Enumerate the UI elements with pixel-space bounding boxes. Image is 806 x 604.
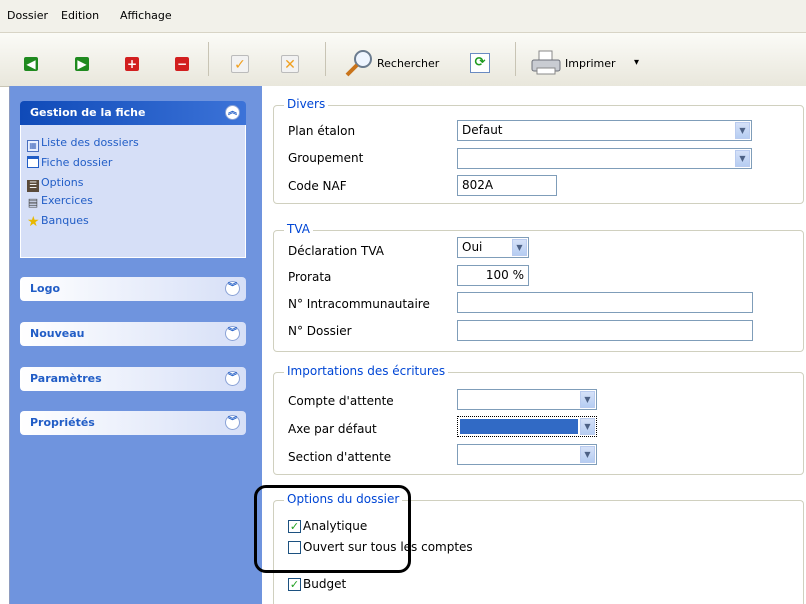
expand-chevron-icon[interactable]: ︾ (225, 415, 240, 430)
sidebar-item-options[interactable]: ☰ Options (27, 176, 83, 192)
panel-proprietes-header[interactable]: Propriétés ︾ (20, 411, 246, 435)
panel-parametres-title: Paramètres (30, 372, 102, 385)
sidebar-item-label: Options (41, 176, 84, 189)
analytique-label[interactable]: Analytique (303, 519, 367, 533)
toolbar-separator (208, 42, 209, 76)
group-importations-title: Importations des écritures (284, 364, 449, 378)
print-label[interactable]: Imprimer (565, 57, 616, 70)
axe-defaut-select[interactable]: ▼ (457, 416, 597, 437)
declaration-tva-label: Déclaration TVA (288, 244, 384, 258)
selection-highlight (460, 419, 578, 434)
panel-gestion-title: Gestion de la fiche (30, 106, 146, 119)
sidebar-item-liste-dossiers[interactable]: ▦ Liste des dossiers (27, 136, 139, 152)
declaration-tva-value: Oui (462, 240, 483, 254)
options-icon: ☰ (27, 180, 39, 192)
group-options-title: Options du dossier (284, 492, 403, 506)
chevron-down-icon[interactable]: ▼ (580, 446, 595, 463)
panel-proprietes-title: Propriétés (30, 416, 95, 429)
panel-gestion-header[interactable]: Gestion de la fiche ︽ (20, 101, 246, 125)
axe-defaut-label: Axe par défaut (288, 422, 377, 436)
print-dropdown-icon[interactable]: ▾ (634, 57, 639, 68)
sidebar-item-label: Banques (41, 214, 89, 227)
ouvert-checkbox[interactable] (288, 541, 301, 554)
budget-label[interactable]: Budget (303, 577, 346, 591)
menu-bar: Dossier Edition Affichage (0, 0, 806, 33)
code-naf-value: 802A (462, 178, 494, 192)
groupement-select[interactable]: ▼ (457, 148, 752, 169)
group-tva-title: TVA (284, 222, 313, 236)
panel-gestion-body: ▦ Liste des dossiers Fiche dossier ☰ Optio… (20, 125, 246, 258)
prorata-value: 100 % (485, 268, 524, 282)
magnifier-icon (345, 50, 372, 77)
plan-etalon-label: Plan étalon (288, 124, 356, 138)
cancel-cross-icon[interactable]: ✕ (281, 55, 299, 73)
search-label[interactable]: Rechercher (377, 57, 439, 70)
menu-edition[interactable]: Edition (61, 9, 99, 22)
chevron-down-icon[interactable]: ▼ (580, 391, 595, 408)
panel-logo-title: Logo (30, 282, 60, 295)
expand-chevron-icon[interactable]: ︾ (225, 326, 240, 341)
validate-check-icon[interactable]: ✓ (231, 55, 249, 73)
plan-etalon-select[interactable]: Defaut ▼ (457, 120, 752, 141)
next-arrow-icon[interactable]: ▶ (75, 57, 89, 71)
chevron-down-icon[interactable]: ▼ (735, 150, 750, 167)
menu-affichage[interactable]: Affichage (120, 9, 172, 22)
sidebar-item-banques[interactable]: ★Banques (27, 214, 89, 230)
section-attente-label: Section d'attente (288, 450, 392, 464)
intracom-label: N° Intracommunautaire (288, 297, 430, 311)
toolbar-separator (515, 42, 516, 76)
expand-chevron-icon[interactable]: ︾ (225, 371, 240, 386)
prorata-input[interactable]: 100 % (457, 265, 529, 286)
compte-attente-label: Compte d'attente (288, 394, 394, 408)
prorata-label: Prorata (288, 270, 332, 284)
menu-dossier[interactable]: Dossier (7, 9, 48, 22)
remove-icon[interactable]: − (175, 57, 189, 71)
collapse-chevron-icon[interactable]: ︽ (225, 105, 240, 120)
declaration-tva-select[interactable]: Oui ▼ (457, 237, 529, 258)
plan-etalon-value: Defaut (462, 123, 503, 137)
analytique-checkbox[interactable]: ✓ (288, 520, 301, 533)
group-divers-title: Divers (284, 97, 329, 111)
ouvert-label[interactable]: Ouvert sur tous les comptes (303, 540, 473, 554)
intracom-input[interactable] (457, 292, 753, 313)
search-button[interactable] (344, 48, 378, 78)
panel-parametres-header[interactable]: Paramètres ︾ (20, 367, 246, 391)
groupement-label: Groupement (288, 151, 364, 165)
numero-dossier-label: N° Dossier (288, 324, 352, 338)
calendar-icon: ▤ (27, 196, 39, 209)
panel-nouveau-title: Nouveau (30, 327, 85, 340)
chevron-down-icon[interactable]: ▼ (735, 122, 750, 139)
panel-logo-header[interactable]: Logo ︾ (20, 277, 246, 301)
list-grid-icon: ▦ (27, 140, 39, 152)
chevron-down-icon[interactable]: ▼ (580, 418, 595, 435)
printer-icon[interactable] (531, 50, 561, 76)
refresh-icon[interactable]: ⟳ (470, 53, 490, 73)
numero-dossier-input[interactable] (457, 320, 753, 341)
panel-nouveau-header[interactable]: Nouveau ︾ (20, 322, 246, 346)
code-naf-label: Code NAF (288, 179, 347, 193)
budget-checkbox[interactable]: ✓ (288, 578, 301, 591)
sidebar-item-fiche-dossier[interactable]: Fiche dossier (27, 156, 112, 169)
sidebar-item-label: Exercices (41, 194, 93, 207)
chevron-down-icon[interactable]: ▼ (512, 239, 527, 256)
sidebar-item-exercices[interactable]: ▤ Exercices (27, 194, 93, 209)
previous-arrow-icon[interactable]: ◀ (24, 57, 38, 71)
add-icon[interactable]: + (125, 57, 139, 71)
compte-attente-select[interactable]: ▼ (457, 389, 597, 410)
expand-chevron-icon[interactable]: ︾ (225, 281, 240, 296)
toolbar-separator (325, 42, 326, 76)
code-naf-input[interactable]: 802A (457, 175, 557, 196)
sidebar-item-label: Fiche dossier (41, 156, 113, 169)
section-attente-select[interactable]: ▼ (457, 444, 597, 465)
window-icon (27, 156, 39, 168)
star-icon: ★ (27, 214, 40, 230)
sidebar-item-label: Liste des dossiers (41, 136, 139, 149)
